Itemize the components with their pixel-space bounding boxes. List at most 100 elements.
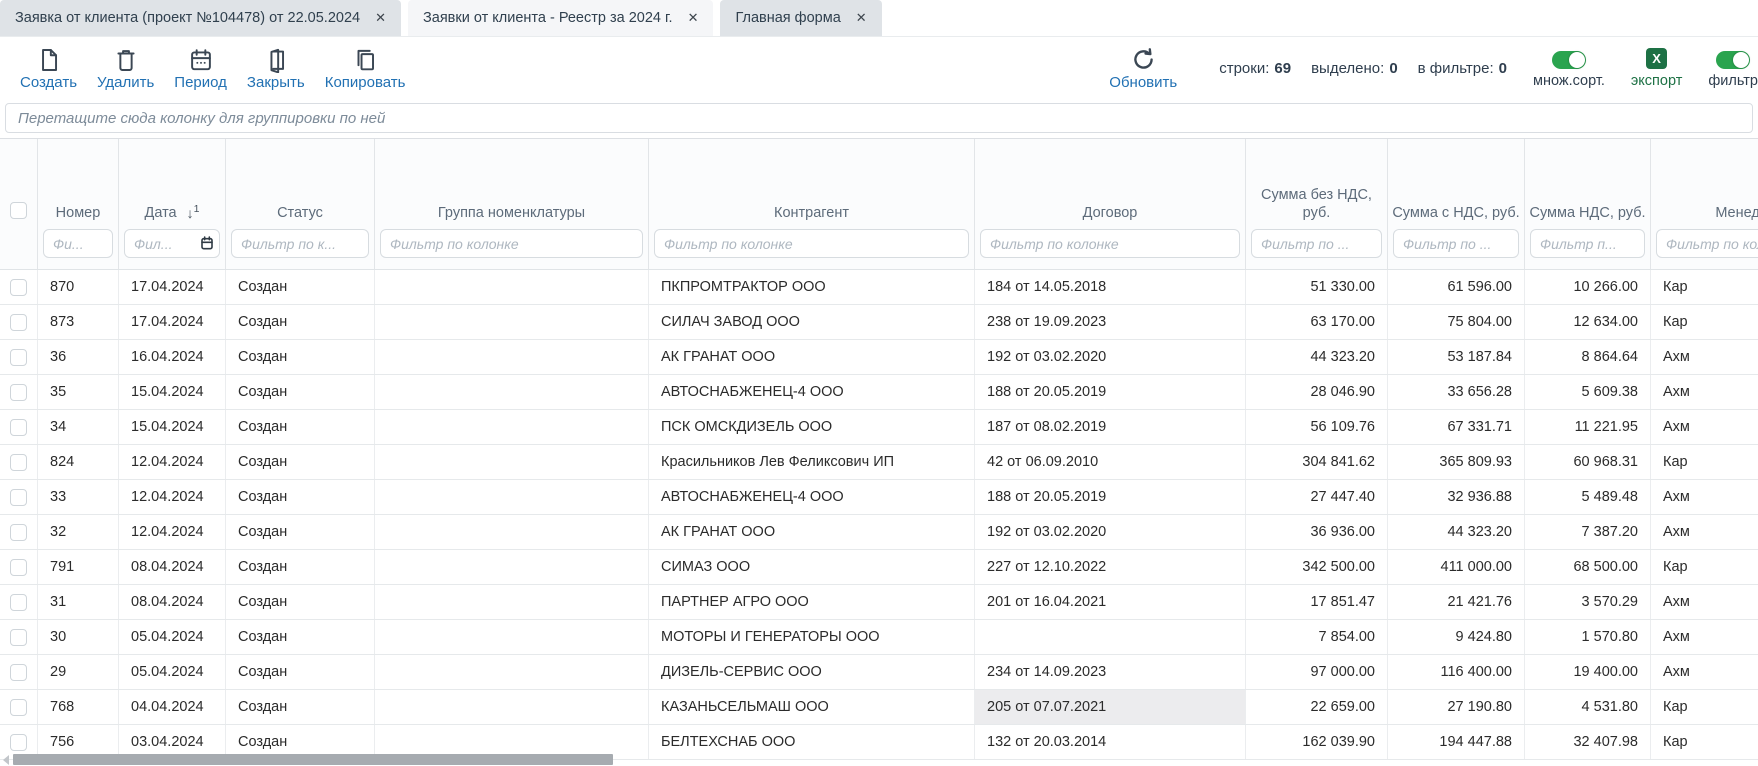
table-row[interactable]: 82412.04.2024СозданКрасильников Лев Фели… [0, 445, 1758, 480]
cell-manager[interactable]: Кар [1651, 305, 1758, 339]
table-row[interactable]: 3212.04.2024СозданАК ГРАНАТ ООО192 от 03… [0, 515, 1758, 550]
cell-contract[interactable]: 187 от 08.02.2019 [975, 410, 1246, 444]
toolbar-button-new-doc[interactable]: Создать [20, 46, 77, 91]
cell-nomenclature_group[interactable] [375, 515, 649, 549]
cell-manager[interactable]: Ахм [1651, 620, 1758, 654]
table-row[interactable]: 87317.04.2024СозданСИЛАЧ ЗАВОД ООО238 от… [0, 305, 1758, 340]
table-row[interactable]: 3616.04.2024СозданАК ГРАНАТ ООО192 от 03… [0, 340, 1758, 375]
cell-nomenclature_group[interactable] [375, 445, 649, 479]
cell-number[interactable]: 30 [38, 620, 119, 654]
table-row[interactable]: 79108.04.2024СозданСИМАЗ ООО227 от 12.10… [0, 550, 1758, 585]
cell-sum_no_vat[interactable]: 36 936.00 [1246, 515, 1388, 549]
cell-contract[interactable]: 184 от 14.05.2018 [975, 270, 1246, 304]
cell-number[interactable]: 34 [38, 410, 119, 444]
cell-counterparty[interactable]: АВТОСНАБЖЕНЕЦ-4 ООО [649, 480, 975, 514]
toolbar-button-copy[interactable]: Копировать [325, 46, 406, 91]
filter-input-sum_vat[interactable] [1530, 229, 1645, 258]
cell-sum_with_vat[interactable]: 411 000.00 [1388, 550, 1525, 584]
cell-sum_with_vat[interactable]: 44 323.20 [1388, 515, 1525, 549]
row-checkbox[interactable] [10, 734, 27, 751]
cell-sum_with_vat[interactable]: 9 424.80 [1388, 620, 1525, 654]
cell-contract[interactable]: 42 от 06.09.2010 [975, 445, 1246, 479]
cell-date[interactable]: 05.04.2024 [119, 655, 226, 689]
cell-status[interactable]: Создан [226, 480, 375, 514]
cell-manager[interactable]: Кар [1651, 550, 1758, 584]
cell-manager[interactable]: Ахм [1651, 515, 1758, 549]
cell-date[interactable]: 15.04.2024 [119, 410, 226, 444]
row-checkbox[interactable] [10, 279, 27, 296]
cell-date[interactable]: 08.04.2024 [119, 550, 226, 584]
cell-manager[interactable]: Ахм [1651, 585, 1758, 619]
cell-date[interactable]: 12.04.2024 [119, 515, 226, 549]
cell-sum_with_vat[interactable]: 32 936.88 [1388, 480, 1525, 514]
filter-input-contract[interactable] [980, 229, 1240, 258]
cell-contract[interactable]: 192 от 03.02.2020 [975, 340, 1246, 374]
close-icon[interactable]: ✕ [375, 10, 386, 26]
select-all-checkbox[interactable] [10, 202, 27, 219]
column-label-sum_no_vat[interactable]: Сумма без НДС, руб. [1250, 186, 1383, 222]
cell-sum_no_vat[interactable]: 7 854.00 [1246, 620, 1388, 654]
cell-date[interactable]: 12.04.2024 [119, 480, 226, 514]
cell-number[interactable]: 791 [38, 550, 119, 584]
table-row[interactable]: 2905.04.2024СозданДИЗЕЛЬ-СЕРВИС ООО234 о… [0, 655, 1758, 690]
cell-manager[interactable]: Кар [1651, 445, 1758, 479]
column-label-contract[interactable]: Договор [1083, 204, 1138, 222]
column-label-date[interactable]: Дата [145, 204, 177, 222]
cell-sum_vat[interactable]: 3 570.29 [1525, 585, 1651, 619]
cell-sum_vat[interactable]: 19 400.00 [1525, 655, 1651, 689]
cell-nomenclature_group[interactable] [375, 620, 649, 654]
cell-sum_vat[interactable]: 8 864.64 [1525, 340, 1651, 374]
column-label-counterparty[interactable]: Контрагент [774, 204, 849, 222]
row-checkbox[interactable] [10, 489, 27, 506]
cell-status[interactable]: Создан [226, 585, 375, 619]
cell-nomenclature_group[interactable] [375, 480, 649, 514]
row-checkbox[interactable] [10, 419, 27, 436]
tab-2[interactable]: Заявки от клиента - Реестр за 2024 г.✕ [408, 0, 713, 36]
cell-sum_vat[interactable]: 7 387.20 [1525, 515, 1651, 549]
filter-input-manager[interactable] [1656, 229, 1758, 258]
cell-date[interactable]: 04.04.2024 [119, 690, 226, 724]
cell-status[interactable]: Создан [226, 515, 375, 549]
cell-nomenclature_group[interactable] [375, 340, 649, 374]
toggle-[interactable]: фильтр [1708, 48, 1758, 89]
cell-nomenclature_group[interactable] [375, 375, 649, 409]
cell-sum_vat[interactable]: 68 500.00 [1525, 550, 1651, 584]
column-label-number[interactable]: Номер [56, 204, 101, 222]
cell-sum_no_vat[interactable]: 44 323.20 [1246, 340, 1388, 374]
cell-counterparty[interactable]: ПАРТНЕР АГРО ООО [649, 585, 975, 619]
cell-manager[interactable]: Ахм [1651, 340, 1758, 374]
toggle-[interactable]: множ.сорт. [1533, 48, 1605, 89]
cell-number[interactable]: 870 [38, 270, 119, 304]
cell-number[interactable]: 31 [38, 585, 119, 619]
row-checkbox[interactable] [10, 699, 27, 716]
cell-date[interactable]: 17.04.2024 [119, 270, 226, 304]
cell-number[interactable]: 32 [38, 515, 119, 549]
cell-sum_vat[interactable]: 4 531.80 [1525, 690, 1651, 724]
cell-counterparty[interactable]: АВТОСНАБЖЕНЕЦ-4 ООО [649, 375, 975, 409]
cell-sum_no_vat[interactable]: 97 000.00 [1246, 655, 1388, 689]
row-checkbox[interactable] [10, 384, 27, 401]
cell-sum_no_vat[interactable]: 63 170.00 [1246, 305, 1388, 339]
cell-contract[interactable] [975, 620, 1246, 654]
table-row[interactable]: 3515.04.2024СозданАВТОСНАБЖЕНЕЦ-4 ООО188… [0, 375, 1758, 410]
cell-nomenclature_group[interactable] [375, 410, 649, 444]
close-icon[interactable]: ✕ [688, 10, 699, 26]
cell-contract[interactable]: 188 от 20.05.2019 [975, 480, 1246, 514]
cell-contract[interactable]: 227 от 12.10.2022 [975, 550, 1246, 584]
table-row[interactable]: 87017.04.2024СозданПКПРОМТРАКТОР ООО184 … [0, 270, 1758, 305]
filter-input-status[interactable] [231, 229, 369, 258]
row-checkbox[interactable] [10, 559, 27, 576]
table-row[interactable]: 3415.04.2024СозданПСК ОМСКДИЗЕЛЬ ООО187 … [0, 410, 1758, 445]
cell-status[interactable]: Создан [226, 340, 375, 374]
filter-input-number[interactable] [43, 229, 113, 258]
column-label-sum_with_vat[interactable]: Сумма с НДС, руб. [1392, 204, 1519, 222]
cell-nomenclature_group[interactable] [375, 655, 649, 689]
cell-sum_no_vat[interactable]: 56 109.76 [1246, 410, 1388, 444]
cell-contract[interactable]: 192 от 03.02.2020 [975, 515, 1246, 549]
cell-counterparty[interactable]: МОТОРЫ И ГЕНЕРАТОРЫ ООО [649, 620, 975, 654]
cell-status[interactable]: Создан [226, 410, 375, 444]
cell-counterparty[interactable]: ДИЗЕЛЬ-СЕРВИС ООО [649, 655, 975, 689]
cell-nomenclature_group[interactable] [375, 550, 649, 584]
cell-status[interactable]: Создан [226, 550, 375, 584]
cell-status[interactable]: Создан [226, 270, 375, 304]
